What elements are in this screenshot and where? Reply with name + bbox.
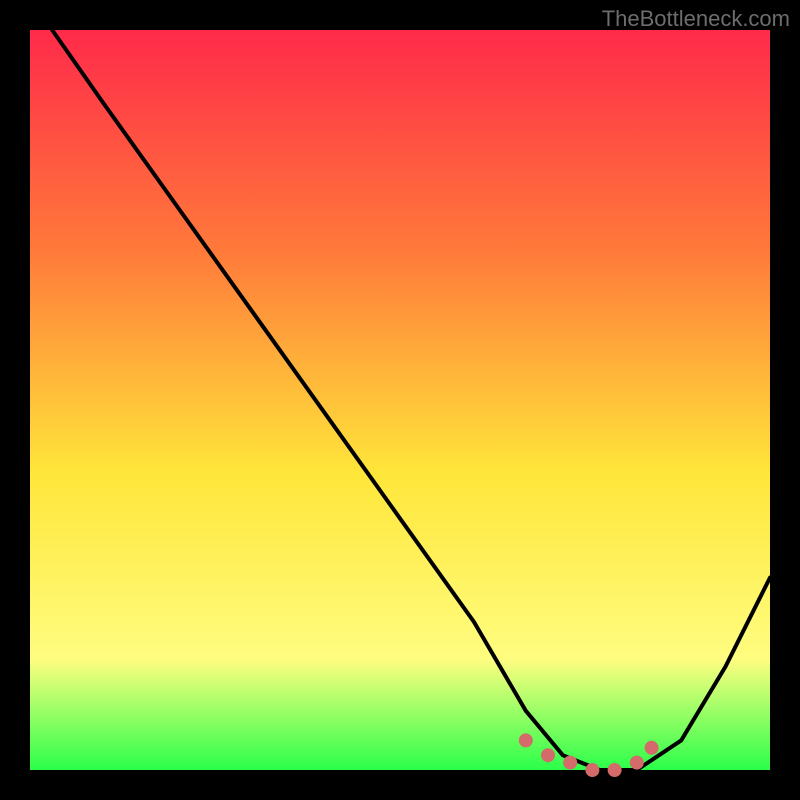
marker-dot bbox=[608, 763, 622, 777]
marker-dot bbox=[645, 741, 659, 755]
chart-canvas: TheBottleneck.com bbox=[0, 0, 800, 800]
marker-dot bbox=[541, 748, 555, 762]
plot-area bbox=[30, 30, 770, 770]
chart-svg bbox=[0, 0, 800, 800]
marker-dot bbox=[563, 756, 577, 770]
marker-dot bbox=[585, 763, 599, 777]
watermark-text: TheBottleneck.com bbox=[602, 6, 790, 32]
marker-dot bbox=[519, 733, 533, 747]
marker-dot bbox=[630, 756, 644, 770]
